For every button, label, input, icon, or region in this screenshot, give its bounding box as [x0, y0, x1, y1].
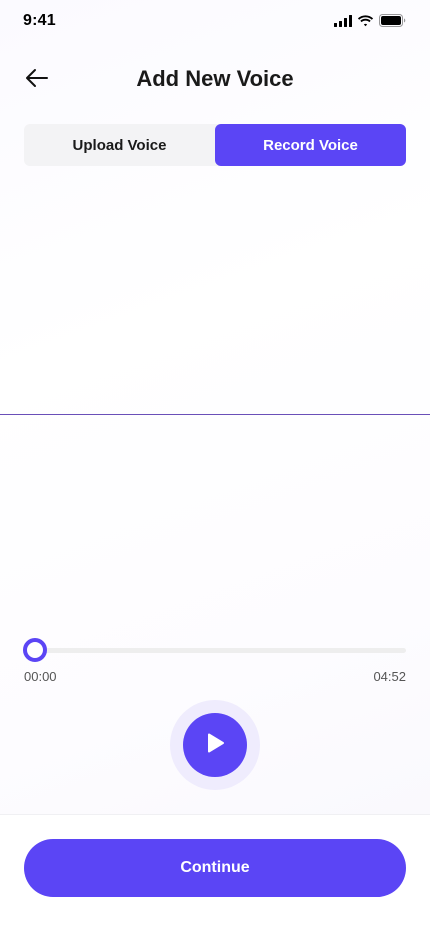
battery-icon	[379, 14, 406, 32]
add-new-voice-screen: 9:41 Add New Voice Upload Voice Record V…	[0, 0, 430, 932]
continue-button[interactable]: Continue	[24, 839, 406, 897]
voice-source-tabs: Upload Voice Record Voice	[24, 124, 406, 166]
progress-track[interactable]	[34, 648, 406, 653]
total-time: 04:52	[373, 669, 406, 684]
status-bar: 9:41	[0, 0, 430, 44]
progress-thumb[interactable]	[23, 638, 47, 662]
cellular-signal-icon	[334, 14, 352, 32]
play-button[interactable]	[183, 713, 247, 777]
wifi-icon	[357, 14, 374, 32]
header: Add New Voice	[0, 58, 430, 102]
tab-record-voice[interactable]: Record Voice	[215, 124, 406, 166]
footer: Continue	[0, 814, 430, 932]
status-icons	[334, 14, 406, 32]
tab-upload-voice[interactable]: Upload Voice	[24, 124, 215, 166]
status-time: 9:41	[23, 12, 56, 29]
page-title: Add New Voice	[136, 66, 294, 91]
waveform-baseline	[0, 414, 430, 415]
current-time: 00:00	[24, 669, 57, 684]
play-icon	[203, 731, 227, 760]
